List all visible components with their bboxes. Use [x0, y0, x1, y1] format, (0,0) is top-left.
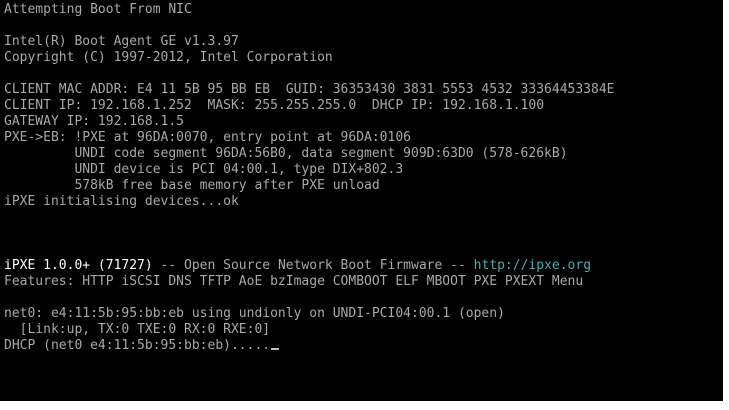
base-memory-line: 578kB free base memory after PXE unload — [4, 178, 380, 193]
ipxe-description: -- Open Source Network Boot Firmware -- — [152, 258, 474, 273]
client-ip-line: CLIENT IP: 192.168.1.252 MASK: 255.255.2… — [4, 98, 545, 113]
ipxe-init-line: iPXE initialising devices...ok — [4, 194, 239, 209]
link-status-line: [Link:up, TX:0 TXE:0 RX:0 RXE:0] — [4, 322, 271, 337]
text-cursor — [271, 348, 280, 350]
ipxe-version: iPXE 1.0.0+ (71727) — [4, 258, 153, 273]
ipxe-banner-line: iPXE 1.0.0+ (71727) -- Open Source Netwo… — [4, 258, 591, 274]
undi-segment-line: UNDI code segment 96DA:56B0, data segmen… — [4, 146, 568, 161]
dhcp-status-text: DHCP (net0 e4:11:5b:95:bb:eb)..... — [4, 338, 271, 353]
undi-device-line: UNDI device is PCI 04:00.1, type DIX+802… — [4, 162, 404, 177]
ipxe-url-link[interactable]: http://ipxe.org — [474, 258, 591, 273]
gateway-ip-line: GATEWAY IP: 192.168.1.5 — [4, 114, 185, 129]
boot-attempt-line: Attempting Boot From NIC — [4, 2, 192, 17]
dhcp-status-row: DHCP (net0 e4:11:5b:95:bb:eb)..... — [4, 338, 280, 354]
pxe-entry-line: PXE->EB: !PXE at 96DA:0070, entry point … — [4, 130, 411, 145]
copyright-line: Copyright (C) 1997-2012, Intel Corporati… — [4, 50, 333, 65]
net0-status-line: net0: e4:11:5b:95:bb:eb using undionly o… — [4, 306, 505, 321]
boot-agent-version-line: Intel(R) Boot Agent GE v1.3.97 — [4, 34, 239, 49]
terminal-console: Attempting Boot From NIC Intel(R) Boot A… — [0, 0, 723, 401]
client-mac-line: CLIENT MAC ADDR: E4 11 5B 95 BB EB GUID:… — [4, 82, 615, 97]
features-line: Features: HTTP iSCSI DNS TFTP AoE bzImag… — [4, 274, 584, 289]
